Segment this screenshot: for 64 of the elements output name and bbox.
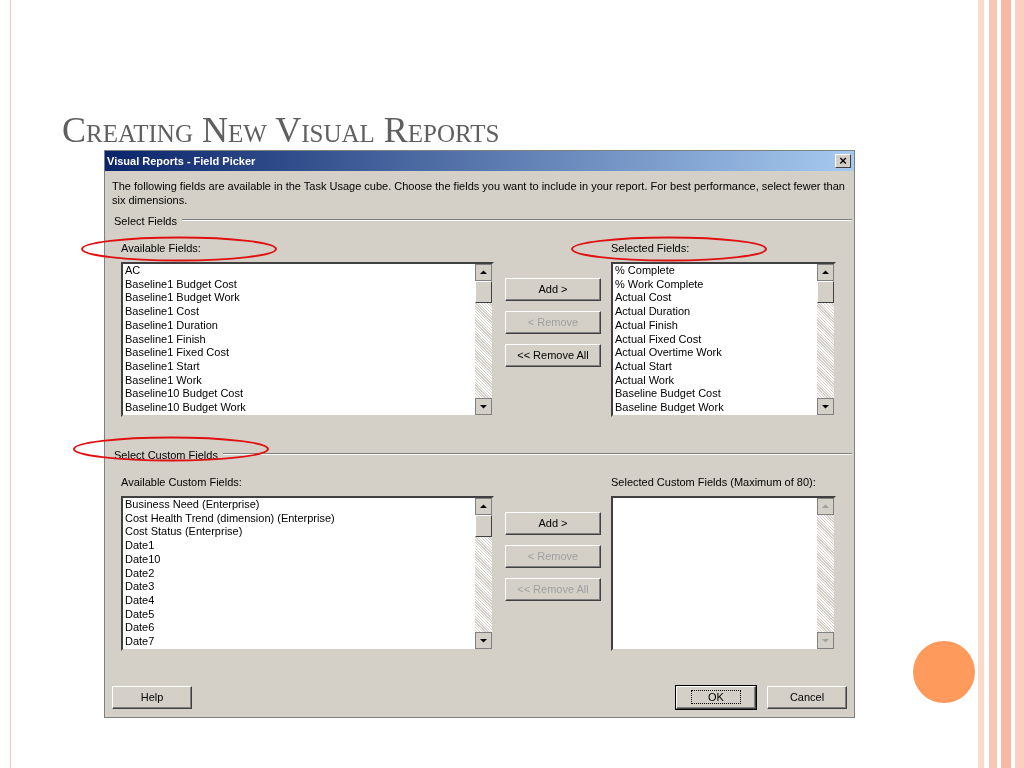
scroll-down-icon[interactable] [817,398,834,415]
scroll-thumb[interactable] [475,281,492,303]
dialog-button[interactable]: Help [112,686,192,709]
list-item[interactable]: Cost Status (Enterprise) [125,525,475,540]
window-title: Visual Reports - Field Picker [107,153,256,169]
list-item[interactable]: % Complete [615,264,817,278]
scroll-down-icon[interactable] [475,632,492,649]
list-item[interactable]: Baseline1 Work [125,373,475,388]
list-item[interactable]: Actual Overtime Work [615,346,817,360]
scrollbar[interactable] [817,264,834,415]
dialog-button[interactable]: Cancel [767,686,847,709]
list-item[interactable]: Actual Fixed Cost [615,332,817,347]
list-item[interactable]: Actual Start [615,359,817,374]
list-item[interactable]: Baseline1 Start [125,359,475,374]
dialog-button[interactable]: Add > [505,512,601,535]
list-item[interactable]: Actual Finish [615,318,817,333]
scroll-thumb[interactable] [475,515,492,537]
list-item[interactable]: Baseline1 Duration [125,318,475,333]
dialog-button[interactable]: OK [676,686,756,709]
list-item[interactable]: Baseline1 Cost [125,305,475,319]
slide-title: Creating New Visual Reports [62,110,500,150]
list-box[interactable] [611,496,836,651]
scrollbar[interactable] [475,498,492,649]
list-item[interactable]: Baseline1 Budget Work [125,291,475,306]
list-item[interactable]: Date6 [125,621,475,636]
close-button[interactable]: × [835,154,851,168]
list-item[interactable]: Date10 [125,552,475,567]
list-box[interactable]: AC Baseline1 Budget Cost Baseline1 Budget Work Baseline1 Cost Baseline1 Duration Baseline1 Finish Baseline1 Fixed Cost Baseline1 Start Baseline1 Work Baseline10 Budget Cost Baseline10 Budget Work [121,262,494,417]
scroll-up-icon[interactable] [817,264,834,281]
list-box[interactable]: Business Need (Enterprise) Cost Health Trend (dimension) (Enterprise) Cost Status (Enterprise) Date1 Date10 Date2 Date3 Date4 Date5 Date6 Date7 [121,496,494,651]
list-item[interactable]: Date7 [125,635,475,649]
scroll-up-icon[interactable] [475,264,492,281]
list-item[interactable]: Baseline1 Budget Cost [125,277,475,292]
list-item[interactable]: Date3 [125,580,475,594]
list-item[interactable]: Actual Work [615,373,817,388]
group-title: Select Fields [113,215,178,227]
list-item[interactable]: Date5 [125,607,475,622]
list-item[interactable]: Date2 [125,566,475,581]
list-item[interactable]: Actual Cost [615,291,817,306]
list-label: Selected Custom Fields (Maximum of 80): [611,476,816,489]
scroll-thumb[interactable] [817,281,834,303]
list-item[interactable]: Baseline1 Fixed Cost [125,346,475,360]
scroll-up-icon[interactable] [475,498,492,515]
list-item[interactable]: % Work Complete [615,277,817,292]
list-item[interactable]: Business Need (Enterprise) [125,498,475,512]
scrollbar[interactable] [475,264,492,415]
dialog-button[interactable]: Add > [505,278,601,301]
list-item[interactable]: Cost Health Trend (dimension) (Enterprise) [125,511,475,526]
list-box[interactable]: % Complete % Work Complete Actual Cost Actual Duration Actual Finish Actual Fixed Cost Actual Overtime Work Actual Start Actual Work Baseline Budget Cost Baseline Budget Work [611,262,836,417]
list-item[interactable]: Baseline1 Finish [125,332,475,347]
list-label: Selected Fields: [611,242,690,255]
list-item[interactable]: Baseline Budget Work [615,401,817,415]
list-item[interactable]: Date1 [125,539,475,553]
dialog-button[interactable]: << Remove All [505,344,601,367]
list-item[interactable]: Baseline10 Budget Work [125,401,475,415]
scroll-down-icon[interactable] [475,398,492,415]
list-item[interactable]: Baseline Budget Cost [615,387,817,402]
list-item[interactable]: Actual Duration [615,305,817,319]
description-text: The following fields are available in the Task Usage cube. Choose the fields you want to include in your report. For best performance, select fewer than six dimensions. [111,179,846,207]
list-label: Available Custom Fields: [121,476,242,489]
list-label: Available Fields: [121,242,201,255]
list-item[interactable]: AC [125,264,475,278]
list-item[interactable]: Date4 [125,593,475,608]
list-item[interactable]: Baseline10 Budget Cost [125,387,475,402]
